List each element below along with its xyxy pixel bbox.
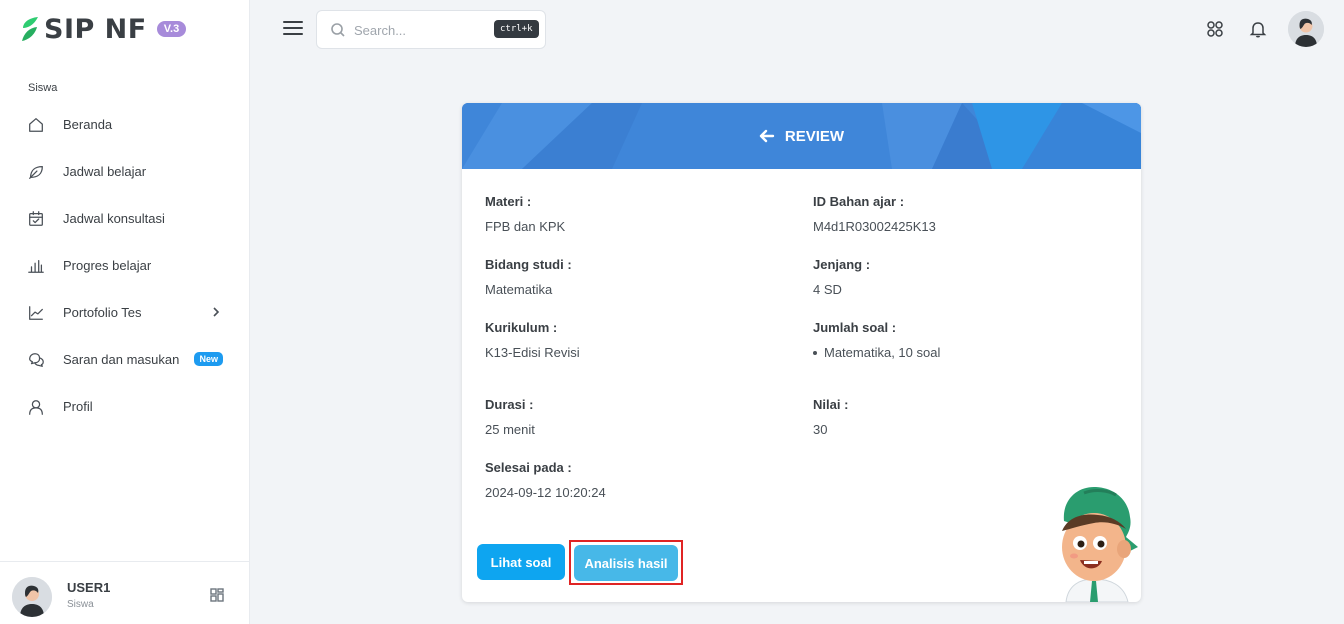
- field-nilai: Nilai : 30: [813, 397, 848, 437]
- sidebar-item-progres-belajar[interactable]: Progres belajar: [0, 242, 250, 289]
- shortcut-hint: ctrl+k: [494, 20, 539, 38]
- hamburger-icon: [283, 21, 303, 23]
- brand-name: SIP NF: [44, 13, 147, 45]
- field-value: 4 SD: [813, 282, 842, 297]
- field-bidang-studi: Bidang studi : Matematika: [485, 257, 572, 297]
- field-materi: Materi : FPB dan KPK: [485, 194, 565, 234]
- version-badge: V.3: [156, 21, 187, 37]
- arrow-left-icon: [759, 128, 775, 144]
- sidebar-nav: Beranda Jadwal belajar Jadwal konsultasi…: [0, 101, 250, 430]
- home-icon: [26, 115, 46, 135]
- sidebar-item-label: Portofolio Tes: [63, 305, 142, 320]
- brand[interactable]: SIP NF V.3: [20, 13, 187, 45]
- user-icon: [26, 397, 46, 417]
- sidebar-section-label: Siswa: [28, 82, 58, 94]
- highlight-box: Analisis hasil: [569, 540, 683, 585]
- field-label: Bidang studi :: [485, 257, 572, 272]
- field-label: ID Bahan ajar :: [813, 194, 905, 209]
- field-value: 2024-09-12 10:20:24: [485, 485, 606, 500]
- sidebar-item-beranda[interactable]: Beranda: [0, 101, 250, 148]
- field-durasi: Durasi : 25 menit: [485, 397, 535, 437]
- sidebar-item-portofolio-tes[interactable]: Portofolio Tes: [0, 289, 250, 336]
- leaf-logo-icon: [20, 15, 40, 43]
- field-label: Selesai pada :: [485, 460, 572, 475]
- review-card: REVIEW Materi : FPB dan KPK ID Bahan aja…: [462, 103, 1141, 602]
- calendar-check-icon: [26, 209, 46, 229]
- sidebar-item-label: Jadwal belajar: [63, 164, 147, 179]
- sidebar-item-profil[interactable]: Profil: [0, 383, 250, 430]
- field-value: FPB dan KPK: [485, 219, 566, 234]
- field-jenjang: Jenjang : 4 SD: [813, 257, 870, 297]
- sidebar-item-label: Profil: [63, 399, 93, 414]
- search-input[interactable]: [354, 20, 484, 40]
- sidebar-item-label: Saran dan masukan: [63, 352, 180, 367]
- field-value: Matematika: [485, 282, 553, 297]
- card-title: REVIEW: [784, 127, 845, 145]
- sidebar-item-label: Jadwal konsultasi: [63, 211, 165, 226]
- card-header: REVIEW: [462, 103, 1141, 169]
- search-box[interactable]: ctrl+k: [316, 10, 546, 49]
- avatar[interactable]: [12, 577, 52, 617]
- user-footer: USER1 Siswa: [0, 561, 250, 624]
- sidebar: SIP NF V.3 Siswa Beranda Jadwal belajar …: [0, 0, 250, 624]
- avatar[interactable]: [1288, 11, 1324, 47]
- chat-icon: [26, 350, 46, 370]
- sidebar-item-jadwal-konsultasi[interactable]: Jadwal konsultasi: [0, 195, 250, 242]
- leaf-icon: [26, 162, 46, 182]
- field-selesai-pada: Selesai pada : 2024-09-12 10:20:24: [485, 460, 606, 500]
- field-kurikulum: Kurikulum : K13-Edisi Revisi: [485, 320, 580, 360]
- lihat-soal-button[interactable]: Lihat soal: [477, 544, 565, 580]
- field-label: Nilai :: [813, 397, 849, 412]
- sidebar-item-label: Beranda: [63, 117, 113, 132]
- analisis-hasil-button[interactable]: Analisis hasil: [574, 545, 678, 581]
- line-chart-icon: [26, 303, 46, 323]
- field-value: K13-Edisi Revisi: [485, 345, 580, 360]
- field-value: 25 menit: [485, 422, 535, 437]
- layout-toggle-icon[interactable]: [210, 588, 226, 604]
- chevron-right-icon: [210, 305, 222, 317]
- bar-chart-icon: [26, 256, 46, 276]
- field-label: Materi :: [485, 194, 532, 209]
- new-badge: New: [194, 352, 223, 366]
- field-jumlah-soal: Jumlah soal : Matematika, 10 soal: [812, 320, 941, 360]
- field-label: Durasi :: [485, 397, 534, 412]
- sidebar-item-label: Progres belajar: [63, 258, 152, 273]
- user-role: Siswa: [67, 599, 94, 610]
- back-to-review-button[interactable]: REVIEW: [462, 103, 1141, 169]
- field-label: Jenjang :: [813, 257, 871, 272]
- sidebar-item-saran-dan-masukan[interactable]: Saran dan masukan New: [0, 336, 250, 383]
- field-label: Jumlah soal :: [813, 320, 897, 335]
- search-icon: [330, 22, 346, 38]
- sidebar-item-jadwal-belajar[interactable]: Jadwal belajar: [0, 148, 250, 195]
- field-value: M4d1R03002425K13: [813, 219, 936, 234]
- list-item: Matematika, 10 soal: [812, 345, 941, 360]
- field-value: 30: [813, 422, 828, 437]
- menu-toggle-button[interactable]: [283, 21, 303, 39]
- mascot-illustration: [1062, 486, 1138, 602]
- field-id-bahan-ajar: ID Bahan ajar : M4d1R03002425K13: [813, 194, 936, 234]
- jumlah-soal-list: Matematika, 10 soal: [812, 345, 941, 360]
- field-label: Kurikulum :: [485, 320, 558, 335]
- apps-grid-icon[interactable]: [1205, 19, 1227, 41]
- bell-icon[interactable]: [1248, 19, 1270, 41]
- user-name: USER1: [67, 580, 111, 595]
